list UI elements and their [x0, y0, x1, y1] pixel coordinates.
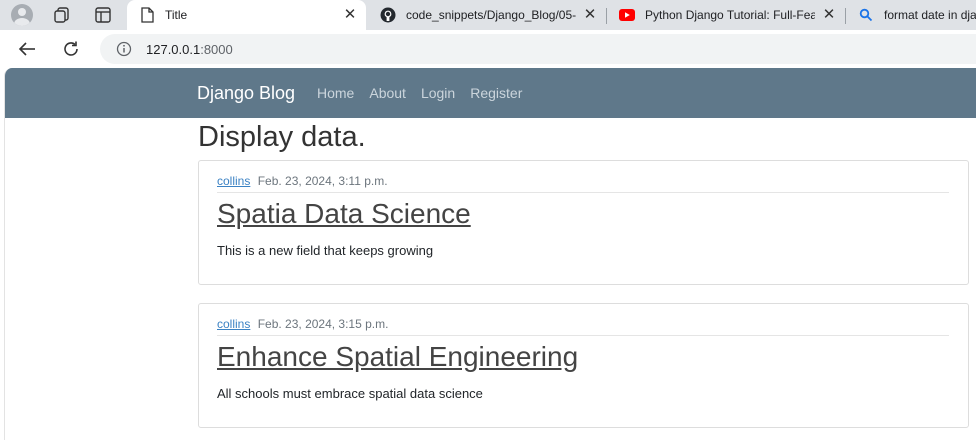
- nav-login-link[interactable]: Login: [421, 85, 455, 101]
- vertical-tabs-icon[interactable]: [90, 3, 116, 27]
- url-text: 127.0.0.1:8000: [146, 42, 233, 57]
- post-date: Feb. 23, 2024, 3:11 p.m.: [257, 174, 388, 188]
- nav-home-link[interactable]: Home: [317, 85, 354, 101]
- workspaces-icon[interactable]: [49, 3, 75, 27]
- browser-toolbar: 127.0.0.1:8000: [0, 30, 976, 68]
- youtube-icon: [619, 7, 635, 23]
- nav-register-link[interactable]: Register: [470, 85, 522, 101]
- reload-icon[interactable]: [58, 36, 84, 62]
- page-viewport: Django Blog Home About Login Register Di…: [4, 68, 976, 440]
- post-author-link[interactable]: collins: [217, 174, 250, 188]
- browser-tab-strip: Title ✕ code_snippets/Django_Blog/05-D ✕…: [0, 0, 976, 30]
- document-icon: [139, 7, 155, 23]
- close-tab-icon[interactable]: ✕: [342, 7, 358, 23]
- post-card: collins Feb. 23, 2024, 3:11 p.m. Spatia …: [198, 160, 969, 285]
- github-icon: [380, 7, 396, 23]
- tab-label: Python Django Tutorial: Full-Feat: [645, 8, 815, 22]
- url-host: 127.0.0.1: [146, 41, 201, 57]
- site-brand[interactable]: Django Blog: [197, 83, 295, 104]
- back-arrow-icon[interactable]: [14, 36, 40, 62]
- post-title-link[interactable]: Enhance Spatial Engineering: [217, 341, 578, 373]
- tab-label: code_snippets/Django_Blog/05-D: [406, 8, 576, 22]
- close-tab-icon[interactable]: ✕: [582, 7, 598, 23]
- nav-links: Home About Login Register: [317, 85, 537, 101]
- close-tab-icon[interactable]: ✕: [821, 7, 837, 23]
- search-icon: [858, 7, 874, 23]
- tab-label: format date in dja: [884, 8, 976, 22]
- address-bar[interactable]: 127.0.0.1:8000: [100, 34, 976, 64]
- url-port: :8000: [200, 41, 233, 57]
- tab-youtube[interactable]: Python Django Tutorial: Full-Feat ✕: [607, 0, 845, 30]
- info-icon[interactable]: [116, 41, 132, 57]
- post-author-link[interactable]: collins: [217, 317, 250, 331]
- post-content: All schools must embrace spatial data sc…: [217, 386, 483, 401]
- post-title-link[interactable]: Spatia Data Science: [217, 198, 471, 230]
- tab-title[interactable]: Title ✕: [127, 0, 366, 30]
- post-card: collins Feb. 23, 2024, 3:15 p.m. Enhance…: [198, 303, 969, 428]
- tab-label: Title: [165, 8, 188, 22]
- tab-github[interactable]: code_snippets/Django_Blog/05-D ✕: [368, 0, 606, 30]
- post-date: Feb. 23, 2024, 3:15 p.m.: [257, 317, 389, 331]
- post-meta: collins Feb. 23, 2024, 3:11 p.m.: [217, 174, 949, 193]
- nav-about-link[interactable]: About: [369, 85, 406, 101]
- post-content: This is a new field that keeps growing: [217, 243, 434, 258]
- tab-search[interactable]: format date in dja: [846, 0, 976, 30]
- page-title: Display data.: [198, 121, 366, 153]
- post-meta: collins Feb. 23, 2024, 3:15 p.m.: [217, 317, 949, 336]
- profile-avatar-icon[interactable]: [9, 3, 35, 27]
- site-navbar: Django Blog Home About Login Register: [5, 68, 976, 118]
